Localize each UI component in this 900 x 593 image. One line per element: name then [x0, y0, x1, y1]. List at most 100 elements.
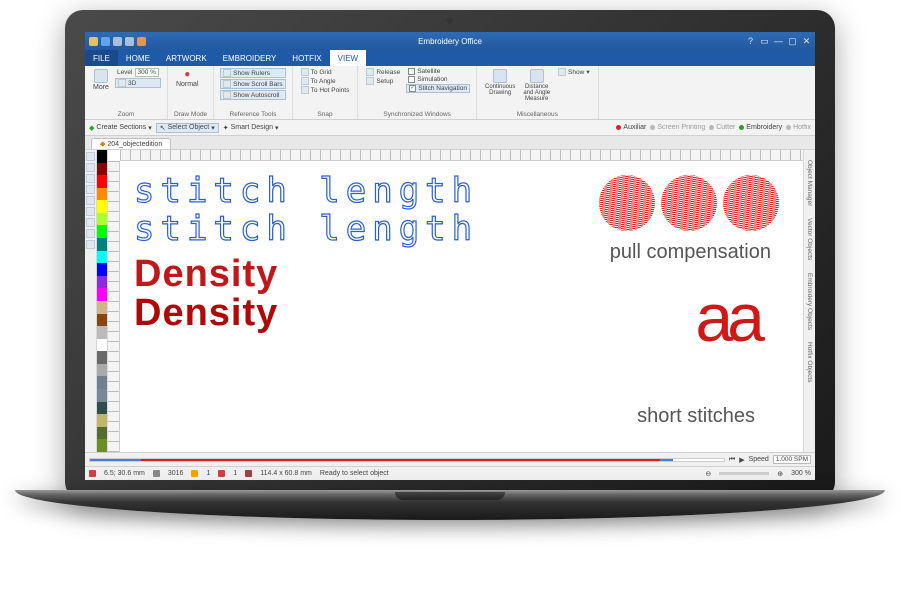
color-swatch[interactable] — [97, 402, 107, 415]
qat-icon[interactable] — [137, 37, 146, 46]
snap-hotpoints-label: To Hot Points — [311, 87, 350, 94]
undo-icon[interactable] — [113, 37, 122, 46]
color-swatch[interactable] — [97, 163, 107, 176]
show-scrollbars-toggle[interactable]: Show Scroll Bars — [220, 79, 286, 89]
ribbon-toggle-icon[interactable]: ▭ — [760, 36, 769, 47]
layer-hotfix[interactable]: Hotfix — [786, 124, 811, 131]
menu-file[interactable]: FILE — [85, 50, 118, 66]
tool-button[interactable] — [86, 185, 95, 194]
select-object-button[interactable]: ↖Select Object ▾ — [156, 123, 219, 133]
show-rulers-toggle[interactable]: Show Rulers — [220, 68, 286, 78]
help-icon[interactable]: ? — [746, 36, 755, 46]
satellite-check[interactable]: Satellite — [406, 68, 470, 75]
zoom-more-button[interactable]: More — [91, 68, 111, 92]
reference-group-label: Reference Tools — [220, 110, 286, 118]
tool-button[interactable] — [86, 174, 95, 183]
continuous-drawing-button[interactable]: Continuous Drawing — [483, 68, 517, 97]
color-swatch[interactable] — [97, 213, 107, 226]
right-sidebar: Object Manager Vector Objects Embroidery… — [803, 150, 815, 452]
panel-hotfix-objects[interactable]: Hotfix Objects — [806, 338, 813, 386]
layer-embroidery[interactable]: Embroidery — [739, 124, 782, 131]
distance-measure-button[interactable]: Distance and Angle Measure — [521, 68, 552, 103]
tab-artwork[interactable]: ARTWORK — [158, 50, 215, 66]
tab-embroidery[interactable]: EMBROIDERY — [215, 50, 285, 66]
color-swatch[interactable] — [97, 251, 107, 264]
zoom-level-value[interactable]: 300 % — [135, 68, 159, 77]
smart-design-button[interactable]: ✦Smart Design ▾ — [223, 124, 279, 132]
prev-button[interactable]: ⏮ — [729, 456, 735, 464]
circle-icon — [661, 175, 717, 231]
color-swatch[interactable] — [97, 364, 107, 377]
panel-vector-objects[interactable]: Vector Objects — [806, 214, 813, 264]
save-icon[interactable] — [101, 37, 110, 46]
color-swatch[interactable] — [97, 263, 107, 276]
color-swatch[interactable] — [97, 288, 107, 301]
laptop-frame: Embroidery Office ? ▭ — ▢ ✕ FILE HOME AR… — [30, 0, 870, 550]
color-swatch[interactable] — [97, 301, 107, 314]
minimize-button[interactable]: — — [774, 36, 783, 46]
stitch-nav-check[interactable]: Stitch Navigation — [406, 84, 470, 93]
redo-icon[interactable] — [125, 37, 134, 46]
tab-view[interactable]: VIEW — [330, 50, 366, 66]
dot-icon — [616, 125, 621, 130]
snap-angle-toggle[interactable]: To Angle — [299, 77, 352, 85]
setup-button[interactable]: Setup — [364, 77, 402, 85]
zoom-slider[interactable] — [719, 472, 769, 475]
tool-button[interactable] — [86, 240, 95, 249]
design-canvas[interactable]: stitch length stitch length Density Dens… — [108, 150, 803, 452]
layer-cutter[interactable]: Cutter — [709, 124, 735, 131]
create-sections-button[interactable]: ◆Create Sections ▾ — [89, 124, 152, 132]
panel-object-manager[interactable]: Object Manager — [806, 156, 813, 210]
tool-button[interactable] — [86, 196, 95, 205]
color-swatch[interactable] — [97, 439, 107, 452]
snap-hotpoints-toggle[interactable]: To Hot Points — [299, 86, 352, 94]
zoom-level-label: Level — [117, 69, 133, 76]
color-swatch[interactable] — [97, 314, 107, 327]
plus-icon: ◆ — [89, 124, 94, 132]
color-swatch[interactable] — [97, 427, 107, 440]
show-dropdown[interactable]: Show ▾ — [556, 68, 592, 76]
color-swatch[interactable] — [97, 414, 107, 427]
color-swatch[interactable] — [97, 150, 107, 163]
color-swatch[interactable] — [97, 225, 107, 238]
speed-value[interactable]: 1.000 SPM — [773, 455, 811, 464]
tool-button[interactable] — [86, 218, 95, 227]
tool-button[interactable] — [86, 229, 95, 238]
layer-screenprinting[interactable]: Screen Printing — [650, 124, 705, 131]
color-swatch[interactable] — [97, 339, 107, 352]
tab-home[interactable]: HOME — [118, 50, 158, 66]
color-swatch[interactable] — [97, 389, 107, 402]
play-button[interactable]: ▶ — [739, 456, 744, 464]
zoom-in-button[interactable]: ⊕ — [777, 470, 783, 478]
maximize-button[interactable]: ▢ — [788, 36, 797, 47]
zoom-out-button[interactable]: ⊖ — [705, 470, 711, 478]
color-swatch[interactable] — [97, 376, 107, 389]
zoom-level-field[interactable]: Level 300 % — [115, 68, 161, 77]
simulation-check[interactable]: Simulation — [406, 76, 470, 83]
3d-toggle[interactable]: 3D — [115, 78, 161, 88]
show-scrollbars-label: Show Scroll Bars — [233, 81, 283, 88]
color-swatch[interactable] — [97, 326, 107, 339]
progress-track[interactable] — [89, 458, 725, 462]
layer-auxiliar[interactable]: Auxiliar — [616, 124, 646, 131]
normal-mode-button[interactable]: ●Normal — [174, 68, 201, 89]
tool-button[interactable] — [86, 163, 95, 172]
dot-icon — [786, 125, 791, 130]
tool-button[interactable] — [86, 152, 95, 161]
release-button[interactable]: Release — [364, 68, 402, 76]
hotpoint-icon — [301, 86, 309, 94]
color-swatch[interactable] — [97, 276, 107, 289]
color-swatch[interactable] — [97, 238, 107, 251]
document-tab[interactable]: ◆ 204_objectedition — [91, 138, 171, 149]
panel-embroidery-objects[interactable]: Embroidery Objects — [806, 269, 813, 334]
color-swatch[interactable] — [97, 188, 107, 201]
tool-button[interactable] — [86, 207, 95, 216]
color-swatch[interactable] — [97, 200, 107, 213]
snap-grid-toggle[interactable]: To Grid — [299, 68, 352, 76]
ruler-icon — [223, 69, 231, 77]
show-autoscroll-toggle[interactable]: Show Autoscroll — [220, 90, 286, 100]
close-button[interactable]: ✕ — [802, 36, 811, 47]
color-swatch[interactable] — [97, 175, 107, 188]
tab-hotfix[interactable]: HOTFIX — [284, 50, 329, 66]
color-swatch[interactable] — [97, 351, 107, 364]
